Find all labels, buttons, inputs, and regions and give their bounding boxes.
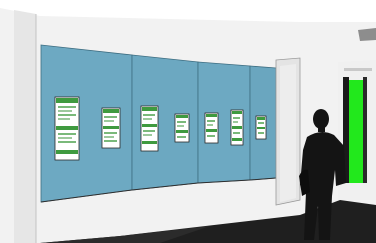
screen-1: [54, 96, 80, 161]
green-light-panel: [349, 80, 363, 183]
screen-7: [255, 115, 267, 140]
screen-3: [140, 105, 159, 152]
screen-4: [174, 113, 190, 143]
screen-5: [204, 112, 219, 144]
screen-6: [230, 109, 244, 146]
ceiling-fixture: [358, 28, 376, 41]
screen-2: [101, 107, 121, 149]
left-column: [14, 10, 36, 243]
doorway-left: [275, 57, 301, 206]
wall-display-scene: [0, 0, 376, 243]
